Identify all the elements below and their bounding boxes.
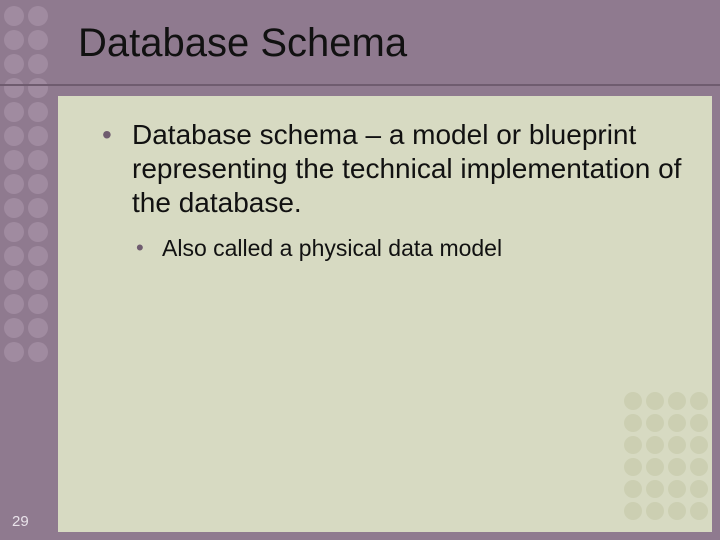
decor-dot (28, 198, 48, 218)
title-underline (0, 84, 720, 86)
decor-dot (28, 102, 48, 122)
decor-dot (668, 436, 686, 454)
page-number: 29 (12, 513, 29, 530)
decor-dot (646, 436, 664, 454)
decor-dot (4, 246, 24, 266)
decor-dot (28, 342, 48, 362)
decor-dot (624, 502, 642, 520)
decor-dot (668, 414, 686, 432)
decor-dot (4, 198, 24, 218)
decor-dot (690, 414, 708, 432)
decor-dot (624, 414, 642, 432)
bottom-right-dot-grid (608, 392, 708, 520)
decor-dot (4, 126, 24, 146)
decor-dot (690, 436, 708, 454)
decor-dot (28, 294, 48, 314)
decor-dot (4, 222, 24, 242)
decor-dot (28, 246, 48, 266)
decor-dot (668, 502, 686, 520)
title-area: Database Schema (78, 8, 706, 78)
decor-dot (4, 102, 24, 122)
decor-dot (690, 392, 708, 410)
decor-dot (690, 480, 708, 498)
decor-dot (668, 392, 686, 410)
decor-dot (28, 30, 48, 50)
decor-dot (28, 78, 48, 98)
decor-dot (624, 480, 642, 498)
decor-dot (624, 392, 642, 410)
slide: Database Schema Database schema – a mode… (0, 0, 720, 540)
decor-dot (4, 174, 24, 194)
decor-dot (4, 150, 24, 170)
decor-dot (28, 318, 48, 338)
decor-dot (646, 414, 664, 432)
decor-dot (4, 54, 24, 74)
decor-dot (668, 458, 686, 476)
decor-dot (690, 502, 708, 520)
decor-dot (28, 270, 48, 290)
decor-dot (28, 6, 48, 26)
decor-dot (646, 502, 664, 520)
decor-dot (690, 458, 708, 476)
decor-dot (646, 480, 664, 498)
decor-dot (4, 6, 24, 26)
decor-dot (4, 294, 24, 314)
decor-dot (624, 458, 642, 476)
decor-dot (668, 480, 686, 498)
decor-dot (624, 436, 642, 454)
decor-dot (4, 78, 24, 98)
content-area: Database schema – a model or blueprint r… (98, 118, 690, 263)
decor-dot (4, 270, 24, 290)
decor-dot (28, 174, 48, 194)
decor-dot (28, 54, 48, 74)
bullet-level-2: Also called a physical data model (132, 234, 690, 263)
left-dot-column (4, 6, 52, 362)
decor-dot (4, 318, 24, 338)
decor-dot (28, 126, 48, 146)
slide-title: Database Schema (78, 21, 407, 66)
decor-dot (646, 458, 664, 476)
decor-dot (646, 392, 664, 410)
decor-dot (28, 150, 48, 170)
decor-dot (4, 342, 24, 362)
body-panel: Database schema – a model or blueprint r… (58, 96, 712, 532)
decor-dot (4, 30, 24, 50)
bullet-level-1: Database schema – a model or blueprint r… (98, 118, 690, 220)
decor-dot (28, 222, 48, 242)
